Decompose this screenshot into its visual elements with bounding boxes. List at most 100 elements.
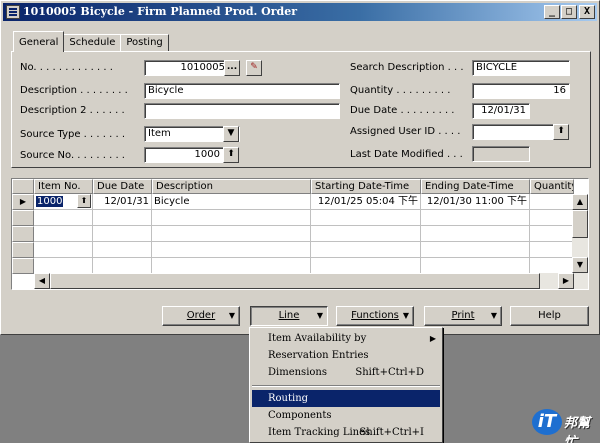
watermark-logo: iT 邦幫忙 bbox=[530, 406, 596, 443]
menu-item-components[interactable]: Components bbox=[252, 407, 440, 424]
order-button-label: Order bbox=[186, 310, 216, 321]
menu-item-dimensions[interactable]: Dimensions Shift+Ctrl+D bbox=[252, 364, 440, 381]
search-description-field[interactable]: BICYCLE bbox=[472, 60, 570, 76]
row-selector[interactable] bbox=[12, 226, 34, 242]
table-row[interactable] bbox=[12, 242, 574, 258]
cell-quantity[interactable] bbox=[530, 194, 574, 210]
order-button[interactable]: Order ▼ bbox=[162, 306, 240, 326]
assigned-user-lookup-icon[interactable]: ⬆ bbox=[553, 124, 569, 140]
chevron-down-icon: ▼ bbox=[228, 311, 235, 320]
scroll-thumb[interactable] bbox=[572, 210, 588, 238]
table-row[interactable]: ▶ 1000 ⬆ 12/01/31 Bicycle 12/01/25 05:04… bbox=[12, 194, 574, 210]
table-row[interactable] bbox=[12, 226, 574, 242]
chevron-down-icon: ▼ bbox=[402, 311, 409, 320]
description-field[interactable]: Bicycle bbox=[144, 83, 340, 99]
description2-label: Description 2 . . . . . . bbox=[20, 105, 125, 116]
logo-it-icon: iT bbox=[532, 409, 562, 435]
menu-item-label: Components bbox=[268, 410, 332, 421]
lines-grid: Item No. Due Date Description Starting D… bbox=[11, 178, 589, 290]
row-selector[interactable] bbox=[12, 210, 34, 226]
description2-field[interactable] bbox=[144, 103, 340, 119]
quantity-field[interactable]: 16 bbox=[472, 83, 570, 99]
row-selector-icon[interactable]: ▶ bbox=[12, 194, 34, 210]
submenu-arrow-icon: ▶ bbox=[429, 334, 436, 343]
window-title: 1010005 Bicycle - Firm Planned Prod. Ord… bbox=[23, 5, 298, 18]
horizontal-scrollbar[interactable]: ◀ ▶ bbox=[34, 273, 588, 289]
source-type-dropdown-icon[interactable]: ▼ bbox=[223, 126, 239, 142]
table-row[interactable] bbox=[12, 258, 574, 274]
title-bar[interactable]: 1010005 Bicycle - Firm Planned Prod. Ord… bbox=[3, 3, 597, 21]
scroll-right-icon[interactable]: ▶ bbox=[558, 273, 574, 289]
cell-description[interactable]: Bicycle bbox=[152, 194, 311, 210]
line-dropdown-menu: Item Availability by ▶ Reservation Entri… bbox=[249, 327, 443, 443]
vertical-scrollbar[interactable]: ▲ ▼ bbox=[572, 194, 588, 273]
table-row[interactable] bbox=[12, 210, 574, 226]
functions-button[interactable]: Functions ▼ bbox=[336, 306, 414, 326]
row-selector[interactable] bbox=[12, 242, 34, 258]
search-description-label: Search Description . . . bbox=[350, 62, 464, 73]
col-description[interactable]: Description bbox=[152, 179, 311, 194]
menu-item-label: Item Tracking Lines bbox=[268, 427, 371, 438]
logo-text-icon: 邦幫忙 bbox=[564, 416, 591, 443]
due-date-field[interactable]: 12/01/31 bbox=[472, 103, 530, 119]
maximize-button[interactable]: □ bbox=[561, 5, 577, 19]
col-ending-datetime[interactable]: Ending Date-Time bbox=[421, 179, 530, 194]
menu-item-label: Routing bbox=[268, 393, 309, 404]
cell-due-date[interactable]: 12/01/31 bbox=[93, 194, 152, 210]
source-type-label: Source Type . . . . . . . bbox=[20, 129, 125, 140]
tab-strip: General Schedule Posting bbox=[13, 31, 169, 52]
minimize-button[interactable]: _ bbox=[544, 5, 560, 19]
source-no-lookup-icon[interactable]: ⬆ bbox=[223, 147, 239, 163]
cell-starting-datetime[interactable]: 12/01/25 05:04 下午 bbox=[311, 194, 421, 210]
hscroll-thumb[interactable] bbox=[50, 273, 540, 289]
assigned-user-label: Assigned User ID . . . . bbox=[350, 126, 461, 137]
source-no-label: Source No. . . . . . . . . bbox=[20, 150, 125, 161]
tab-general[interactable]: General bbox=[13, 31, 65, 52]
menu-item-label: Reservation Entries bbox=[268, 350, 369, 361]
item-lookup-icon[interactable]: ⬆ bbox=[77, 194, 91, 208]
assist-edit-button[interactable]: ... bbox=[224, 60, 240, 76]
tab-posting[interactable]: Posting bbox=[120, 34, 169, 52]
cell-ending-datetime[interactable]: 12/01/30 11:00 下午 bbox=[421, 194, 530, 210]
assigned-user-field[interactable] bbox=[472, 124, 554, 140]
help-button[interactable]: Help bbox=[510, 306, 589, 326]
scroll-up-icon[interactable]: ▲ bbox=[572, 194, 588, 210]
menu-separator bbox=[252, 385, 440, 387]
functions-button-label: Functions bbox=[351, 310, 399, 321]
scroll-down-icon[interactable]: ▼ bbox=[572, 257, 588, 273]
help-button-label: Help bbox=[538, 310, 561, 321]
row-selector[interactable] bbox=[12, 258, 34, 274]
col-item-no[interactable]: Item No. bbox=[34, 179, 93, 194]
print-button[interactable]: Print ▼ bbox=[424, 306, 502, 326]
chevron-down-icon: ▼ bbox=[316, 311, 323, 320]
cell-item-no-value: 1000 bbox=[36, 196, 64, 207]
last-modified-label: Last Date Modified . . . bbox=[350, 149, 463, 160]
chevron-down-icon: ▼ bbox=[490, 311, 497, 320]
no-field[interactable]: 1010005 bbox=[144, 60, 229, 76]
prod-order-window: 1010005 Bicycle - Firm Planned Prod. Ord… bbox=[0, 0, 600, 335]
line-button[interactable]: Line ▼ bbox=[250, 306, 328, 326]
menu-item-reservation-entries[interactable]: Reservation Entries bbox=[252, 347, 440, 364]
menu-item-shortcut: Shift+Ctrl+I bbox=[359, 427, 424, 438]
col-due-date[interactable]: Due Date bbox=[93, 179, 152, 194]
scroll-left-icon[interactable]: ◀ bbox=[34, 273, 50, 289]
cell-item-no[interactable]: 1000 ⬆ bbox=[34, 194, 93, 210]
line-button-label: Line bbox=[278, 310, 300, 321]
close-button[interactable]: X bbox=[579, 5, 595, 19]
col-starting-datetime[interactable]: Starting Date-Time bbox=[311, 179, 421, 194]
tab-schedule[interactable]: Schedule bbox=[63, 34, 122, 52]
menu-item-label: Dimensions bbox=[268, 367, 327, 378]
menu-item-routing[interactable]: Routing bbox=[252, 390, 440, 407]
description-label: Description . . . . . . . . bbox=[20, 85, 128, 96]
form-icon bbox=[6, 5, 20, 19]
source-no-field[interactable]: 1000 bbox=[144, 147, 224, 163]
last-modified-field bbox=[472, 146, 530, 162]
menu-item-tracking-lines[interactable]: Item Tracking Lines Shift+Ctrl+I bbox=[252, 424, 440, 441]
pencil-edit-icon[interactable]: ✎ bbox=[246, 60, 262, 76]
col-quantity[interactable]: Quantity bbox=[530, 179, 574, 194]
no-label: No. . . . . . . . . . . . . bbox=[20, 62, 113, 73]
menu-item-label: Item Availability by bbox=[268, 333, 367, 344]
grid-header: Item No. Due Date Description Starting D… bbox=[12, 179, 574, 194]
print-button-label: Print bbox=[451, 310, 475, 321]
menu-item-availability[interactable]: Item Availability by ▶ bbox=[252, 330, 440, 347]
